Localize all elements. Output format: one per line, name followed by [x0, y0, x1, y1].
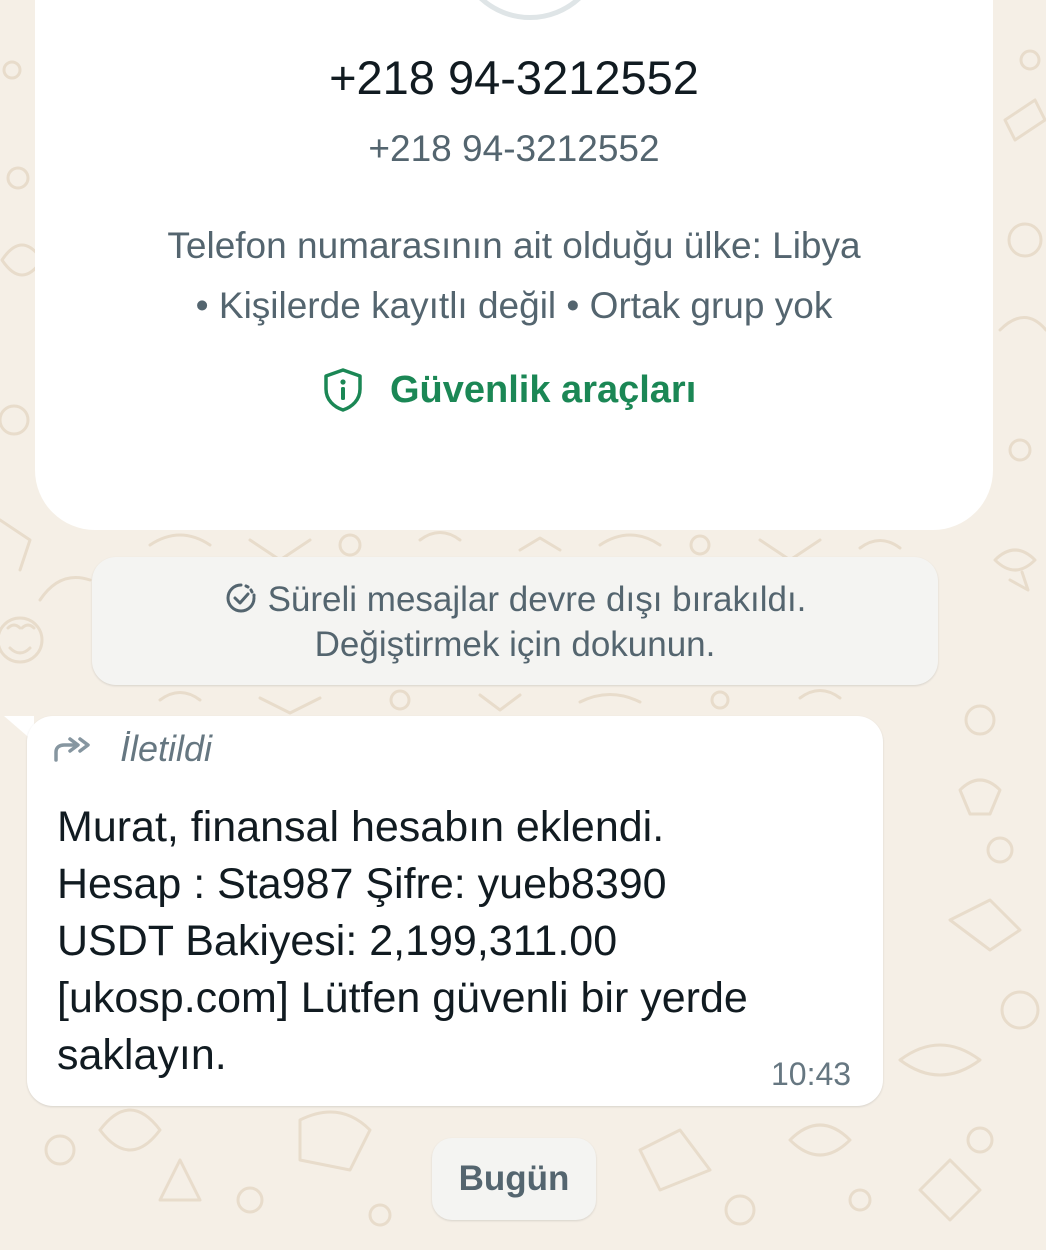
disappearing-notice-line1: Süreli mesajlar devre dışı bırakıldı. — [92, 577, 938, 622]
shield-info-icon — [324, 368, 362, 412]
forward-arrow-icon — [54, 737, 90, 762]
message-line: [ukosp.com] Lütfen güvenli bir yerde — [57, 974, 748, 1022]
timer-icon — [226, 583, 256, 613]
message-line: Hesap : Sta987 Şifre: yueb8390 — [57, 860, 667, 908]
disappearing-messages-notice[interactable]: Süreli mesajlar devre dışı bırakıldı. De… — [92, 557, 938, 685]
contact-details: Telefon numarasının ait olduğu ülke: Lib… — [35, 216, 993, 336]
message-line: USDT Bakiyesi: 2,199,311.00 — [57, 917, 618, 965]
disappearing-notice-text: Süreli mesajlar devre dışı bırakıldı. — [267, 580, 807, 619]
contact-phone: +218 94-3212552 — [368, 128, 660, 169]
contact-name: +218 94-3212552 — [329, 51, 699, 104]
contact-country: Telefon numarasının ait olduğu ülke: Lib… — [167, 225, 861, 266]
message-text: Murat, finansal hesabın eklendi. Hesap :… — [57, 799, 857, 1084]
forwarded-label: İletildi — [120, 728, 213, 769]
safety-tools-button[interactable]: Güvenlik araçları — [322, 362, 696, 418]
message-timestamp: 10:43 — [771, 1056, 852, 1092]
disappearing-notice-line2: Değiştirmek için dokunun. — [314, 625, 716, 664]
contact-status: • Kişilerde kayıtlı değil • Ortak grup y… — [195, 285, 833, 326]
message-line: Murat, finansal hesabın eklendi. — [57, 803, 665, 851]
safety-tools-label: Güvenlik araçları — [390, 368, 697, 411]
message-line: saklayın. — [57, 1031, 227, 1079]
forwarded-indicator: İletildi — [52, 728, 212, 770]
date-separator-chip: Bugün — [432, 1138, 596, 1220]
